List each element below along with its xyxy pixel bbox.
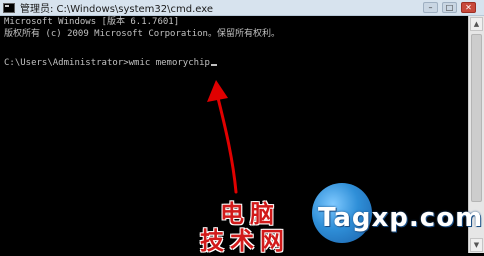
watermark-cn-line2: 技术网	[200, 227, 290, 255]
watermark-cn: 电脑 技术网	[198, 197, 318, 255]
watermark-en: Tagxp.com	[318, 203, 484, 233]
